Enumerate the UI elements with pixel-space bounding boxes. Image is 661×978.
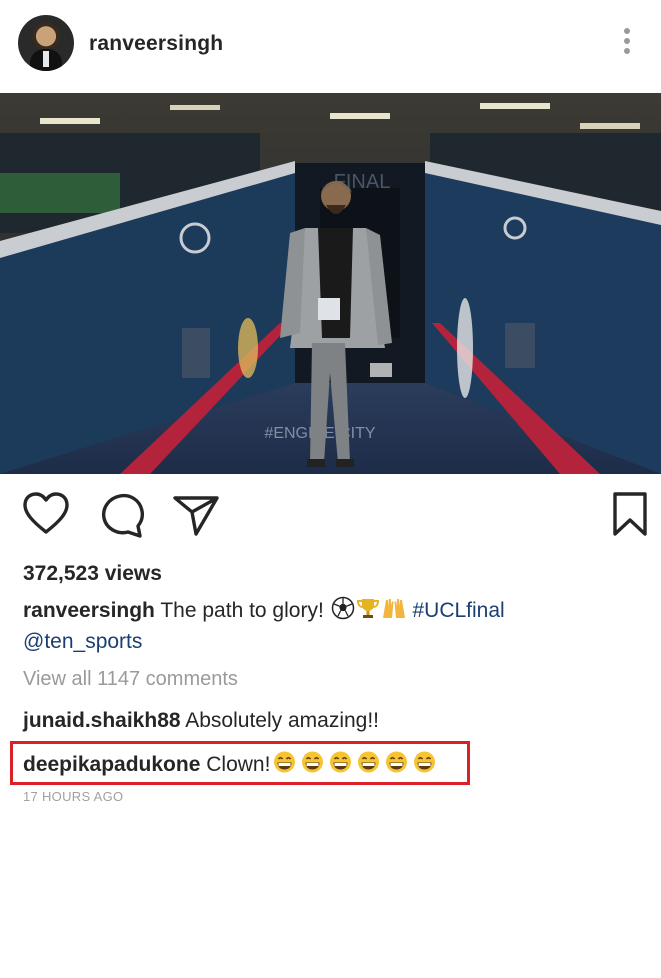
grinning-face-icon	[302, 751, 324, 773]
caption-mention[interactable]: @ten_sports	[23, 630, 142, 653]
grinning-face-icon	[274, 751, 296, 773]
caption-emojis	[330, 596, 413, 622]
tunnel-scene: FINAL #ENGINE CITY	[0, 93, 661, 474]
comment-emojis	[270, 751, 438, 776]
view-all-comments-link[interactable]: View all 1147 comments	[23, 668, 238, 691]
comment-username[interactable]: deepikapadukone	[23, 753, 200, 776]
paper-plane-icon[interactable]	[172, 490, 220, 543]
post-caption: ranveersingh The path to glory! #UCLfina…	[23, 595, 643, 657]
comment-text: Absolutely amazing!!	[185, 709, 380, 732]
grinning-face-icon	[386, 751, 408, 773]
caption-hashtag[interactable]: #UCLfinal	[412, 599, 504, 622]
trophy-icon	[356, 599, 379, 618]
caption-text: The path to glory!	[160, 599, 324, 622]
soccer-ball-icon	[331, 596, 354, 620]
grinning-face-icon	[330, 751, 352, 773]
comment-username[interactable]: junaid.shaikh88	[23, 709, 181, 732]
comment-text: Clown!	[206, 753, 271, 776]
post-timestamp: 17 HOURS AGO	[23, 789, 124, 804]
post-actions	[0, 490, 661, 546]
heart-icon[interactable]	[22, 490, 70, 543]
view-count: 372,523 views	[23, 562, 162, 585]
post-header: ranveersingh	[0, 0, 661, 92]
grinning-face-icon	[414, 751, 436, 773]
grinning-face-icon	[358, 751, 380, 773]
post-username[interactable]: ranveersingh	[89, 32, 223, 56]
comment-item: deepikapadukone Clown!	[23, 750, 438, 777]
post-video[interactable]: FINAL #ENGINE CITY	[0, 93, 661, 474]
comment-bubble-icon[interactable]	[98, 490, 146, 543]
comment-item: junaid.shaikh88 Absolutely amazing!!	[23, 709, 379, 733]
avatar[interactable]	[18, 15, 74, 71]
bookmark-icon[interactable]	[610, 490, 650, 543]
more-vertical-icon[interactable]	[614, 28, 640, 62]
raised-hands-icon	[382, 599, 405, 618]
caption-username[interactable]: ranveersingh	[23, 599, 155, 622]
